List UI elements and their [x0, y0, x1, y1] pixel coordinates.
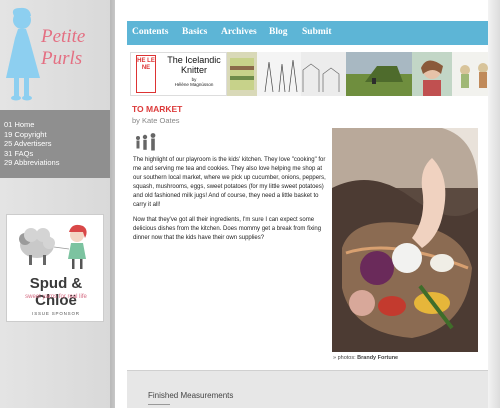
sidebar-item-home[interactable]: 01 Home — [4, 120, 110, 130]
logo-text-line2: Purls — [41, 48, 83, 69]
photo-credit-prefix: » photos: — [333, 355, 356, 361]
finished-measurements-heading: Finished Measurements — [148, 391, 234, 400]
sidebar-item-label: Home — [14, 120, 35, 129]
banner-ad[interactable]: HE LE NE The Icelandic Knitter by Hélène… — [127, 52, 500, 98]
sheep-and-girl-illustration — [19, 224, 87, 269]
helene-logo: HE LE NE — [136, 55, 156, 93]
sponsor-ad[interactable]: Spud & Chloë sweet yarns for real life I… — [6, 214, 104, 322]
article-paragraph: The highlight of our playroom is the kid… — [133, 157, 326, 208]
article-title: TO MARKET — [132, 104, 183, 114]
photo-credit-name: Brandy Fortune — [357, 355, 399, 361]
nav-contents[interactable]: Contents — [132, 27, 168, 37]
sidebar-item-num: 25 — [4, 139, 13, 149]
sidebar-item-advertisers[interactable]: 25 Advertisers — [4, 139, 110, 149]
nav-basics[interactable]: Basics — [182, 27, 207, 37]
sidebar-item-label: Advertisers — [14, 139, 52, 149]
nav-submit[interactable]: Submit — [302, 27, 332, 37]
size-figures-icon — [136, 133, 156, 151]
finished-measurements-section — [127, 370, 500, 408]
nav-archives[interactable]: Archives — [221, 27, 257, 37]
article-byline: by Kate Oates — [132, 116, 180, 125]
logo-text-line1: Petite — [41, 26, 86, 47]
page-right-edge — [488, 0, 500, 408]
sponsor-tagline: sweet yarns for real life — [25, 294, 87, 300]
sponsor-name: Spud & Chloë — [29, 275, 83, 309]
banner-author: Hélène Magnússon — [174, 82, 214, 87]
sidebar-item-copyright[interactable]: 19 Copyright — [4, 130, 110, 140]
knitted-vegetables-photo — [332, 128, 478, 352]
girl-silhouette-icon — [6, 7, 40, 101]
banner-photo-strip — [227, 52, 500, 96]
sidebar-item-label: Copyright — [14, 129, 47, 139]
left-sidebar: Petite Purls 01 Home 19 Copyright 25 Adv… — [0, 0, 110, 408]
top-nav: Contents Basics Archives Blog Submit — [127, 21, 500, 45]
sidebar-item-num: 29 — [4, 158, 13, 168]
sidebar-item-faqs[interactable]: 31 FAQs — [4, 149, 110, 159]
icelandic-knitter-ad[interactable]: HE LE NE The Icelandic Knitter by Hélène… — [130, 52, 227, 96]
section-divider — [148, 404, 170, 408]
sidebar-item-num: 19 — [4, 129, 13, 139]
photo-credit: » photos: Brandy Fortune — [333, 355, 398, 361]
sidebar-item-label: FAQs — [14, 148, 34, 158]
article-body: The highlight of our playroom is the kid… — [133, 156, 326, 249]
banner-title: The Icelandic Knitter — [167, 55, 221, 75]
sponsor-label: ISSUE SPONSOR — [32, 311, 80, 316]
sidebar-item-label: Abbreviations — [14, 158, 60, 168]
sidebar-item-abbreviations[interactable]: 29 Abbreviations — [4, 158, 110, 168]
sidebar-nav: 01 Home 19 Copyright 25 Advertisers 31 F… — [0, 110, 110, 178]
petite-purls-logo[interactable]: Petite Purls — [2, 6, 108, 106]
sidebar-item-num: 31 — [4, 148, 13, 158]
article-paragraph: Now that they've got all their ingredien… — [133, 217, 322, 241]
nav-blog[interactable]: Blog — [269, 27, 287, 37]
sidebar-item-num: 01 — [4, 120, 13, 129]
